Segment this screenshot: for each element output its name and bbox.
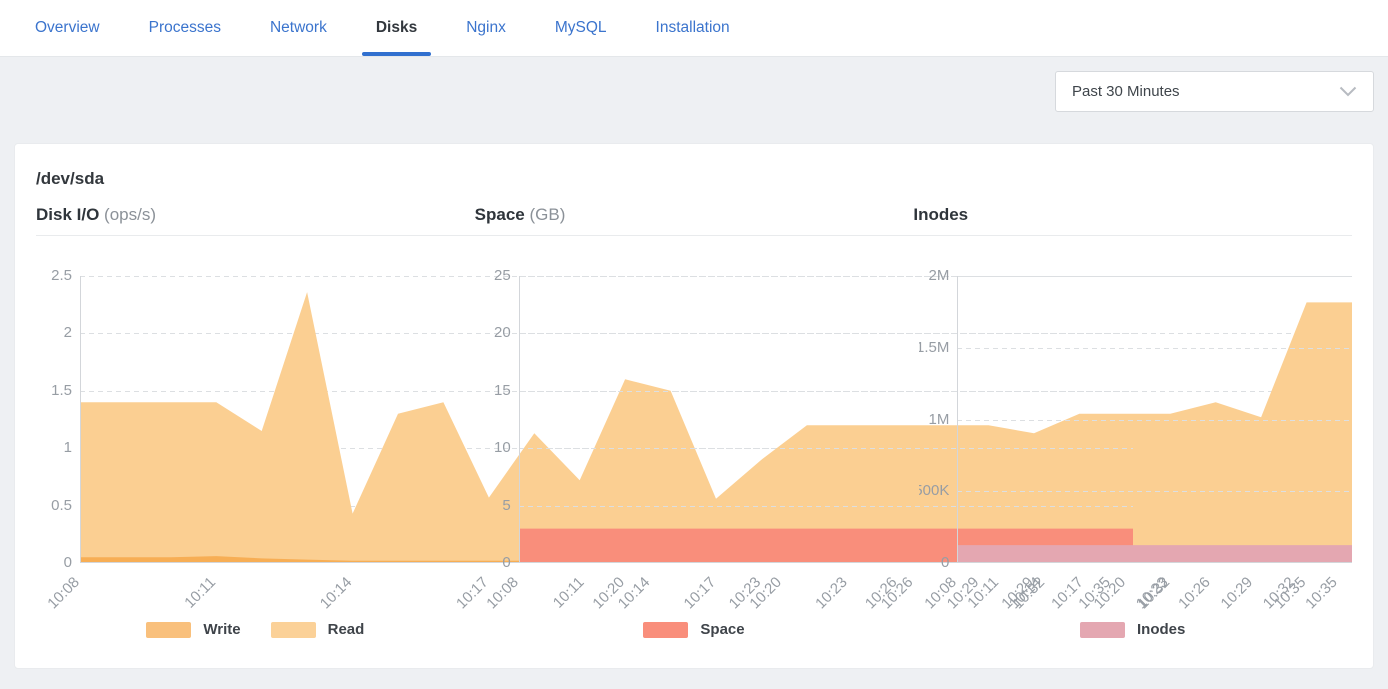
x-tick-label: 10:20 [746,574,785,613]
tab-nginx[interactable]: Nginx [452,0,520,56]
legend-label: Write [203,621,240,638]
y-tick-label: 25 [494,267,511,285]
y-tick-label: 20 [494,324,511,342]
y-tick-label: 1 [64,439,72,457]
chart-title-inodes: Inodes [913,205,1352,225]
legend-item-write[interactable]: Write [146,621,240,638]
x-tick-label: 10:26 [878,574,917,613]
chart-inodes: 0500K1M1.5M2M10:0810:1110:1410:1710:2010… [913,276,1352,638]
y-tick-label: 10 [494,439,511,457]
x-axis-labels: 10:0810:1110:1410:1710:2010:2310:2610:29… [475,563,914,613]
chart-title-disk-i-o: Disk I/O (ops/s) [36,205,475,225]
area-series-inodes [957,545,1352,563]
time-range-select[interactable]: Past 30 Minutes [1055,71,1374,112]
y-tick-label: 1M [929,411,950,429]
charts-row: 00.511.522.510:0810:1110:1410:1710:2010:… [36,276,1352,638]
titles-divider [36,235,1352,236]
x-tick-label: 10:11 [181,574,219,612]
legend-swatch-space [643,622,688,638]
legend-label: Inodes [1137,621,1185,638]
time-range-value: Past 30 Minutes [1072,83,1180,100]
disk-name: /dev/sda [36,169,1352,189]
y-tick-label: 0 [502,554,510,572]
x-tick-label: 10:26 [1176,574,1215,613]
x-tick-label: 10:14 [317,574,356,613]
x-tick-label: 10:23 [1133,574,1172,613]
tab-bar: Overview Processes Network Disks Nginx MySQL I… [0,0,1388,57]
legend-swatch-inodes [1080,622,1125,638]
y-tick-label: 1.5 [51,382,72,400]
tab-processes[interactable]: Processes [135,0,235,56]
tab-overview[interactable]: Overview [21,0,114,56]
chart-title-unit: (ops/s) [99,205,156,224]
x-tick-label: 10:23 [812,574,851,613]
chart-title-unit: (GB) [525,205,566,224]
legend-inodes: Inodes [913,621,1352,638]
legend-disk-i-o: Write Read [36,621,475,638]
plot-area-space [519,276,914,563]
y-axis-labels: 00.511.522.5 [36,276,80,563]
y-tick-label: 2 [64,324,72,342]
tab-network[interactable]: Network [256,0,341,56]
chevron-down-icon [1339,86,1357,97]
tab-disks[interactable]: Disks [362,0,431,56]
y-tick-label: 2.5 [51,267,72,285]
y-tick-label: 15 [494,382,511,400]
y-axis-labels: 0510152025 [475,276,519,563]
x-tick-label: 10:20 [1091,574,1130,613]
x-tick-label: 10:14 [615,574,654,613]
legend-item-inodes[interactable]: Inodes [1080,621,1185,638]
legend-swatch-read [271,622,316,638]
x-tick-label: 10:11 [550,574,588,612]
x-axis-labels: 10:0810:1110:1410:1710:2010:2310:2610:29… [913,563,1352,613]
y-tick-label: 5 [502,497,510,515]
legend-label: Space [700,621,744,638]
y-tick-label: 0 [64,554,72,572]
y-tick-label: 0.5 [51,497,72,515]
legend-item-space[interactable]: Space [643,621,744,638]
x-tick-label: 10:35 [1302,574,1341,613]
y-tick-label: 500K [919,482,949,500]
plot-area-disk-i-o [80,276,475,563]
chart-disk-i-o: 00.511.522.510:0810:1110:1410:1710:2010:… [36,276,475,638]
disk-card: /dev/sda Disk I/O (ops/s)Space (GB)Inode… [14,143,1374,669]
tab-installation[interactable]: Installation [642,0,744,56]
chart-space: 051015202510:0810:1110:1410:1710:2010:23… [475,276,914,638]
y-axis-labels: 0500K1M1.5M2M [913,276,957,563]
x-tick-label: 10:29 [1218,574,1257,613]
y-tick-label: 2M [929,267,950,285]
x-tick-label: 10:32 [1260,574,1299,613]
x-axis-labels: 10:0810:1110:1410:1710:2010:2310:2610:29… [36,563,475,613]
x-tick-label: 10:17 [1049,574,1088,613]
toolbar: Past 30 Minutes [0,57,1388,143]
x-tick-label: 10:14 [1006,574,1045,613]
x-tick-label: 10:11 [965,574,1003,612]
tab-mysql[interactable]: MySQL [541,0,621,56]
y-tick-label: 1.5M [919,339,949,357]
legend-item-read[interactable]: Read [271,621,365,638]
chart-title-space: Space (GB) [475,205,914,225]
legend-label: Read [328,621,365,638]
legend-swatch-write [146,622,191,638]
legend-space: Space [475,621,914,638]
x-tick-label: 10:17 [680,574,719,613]
y-tick-label: 0 [941,554,949,572]
chart-titles-row: Disk I/O (ops/s)Space (GB)Inodes [36,205,1352,225]
plot-area-inodes [957,276,1352,563]
